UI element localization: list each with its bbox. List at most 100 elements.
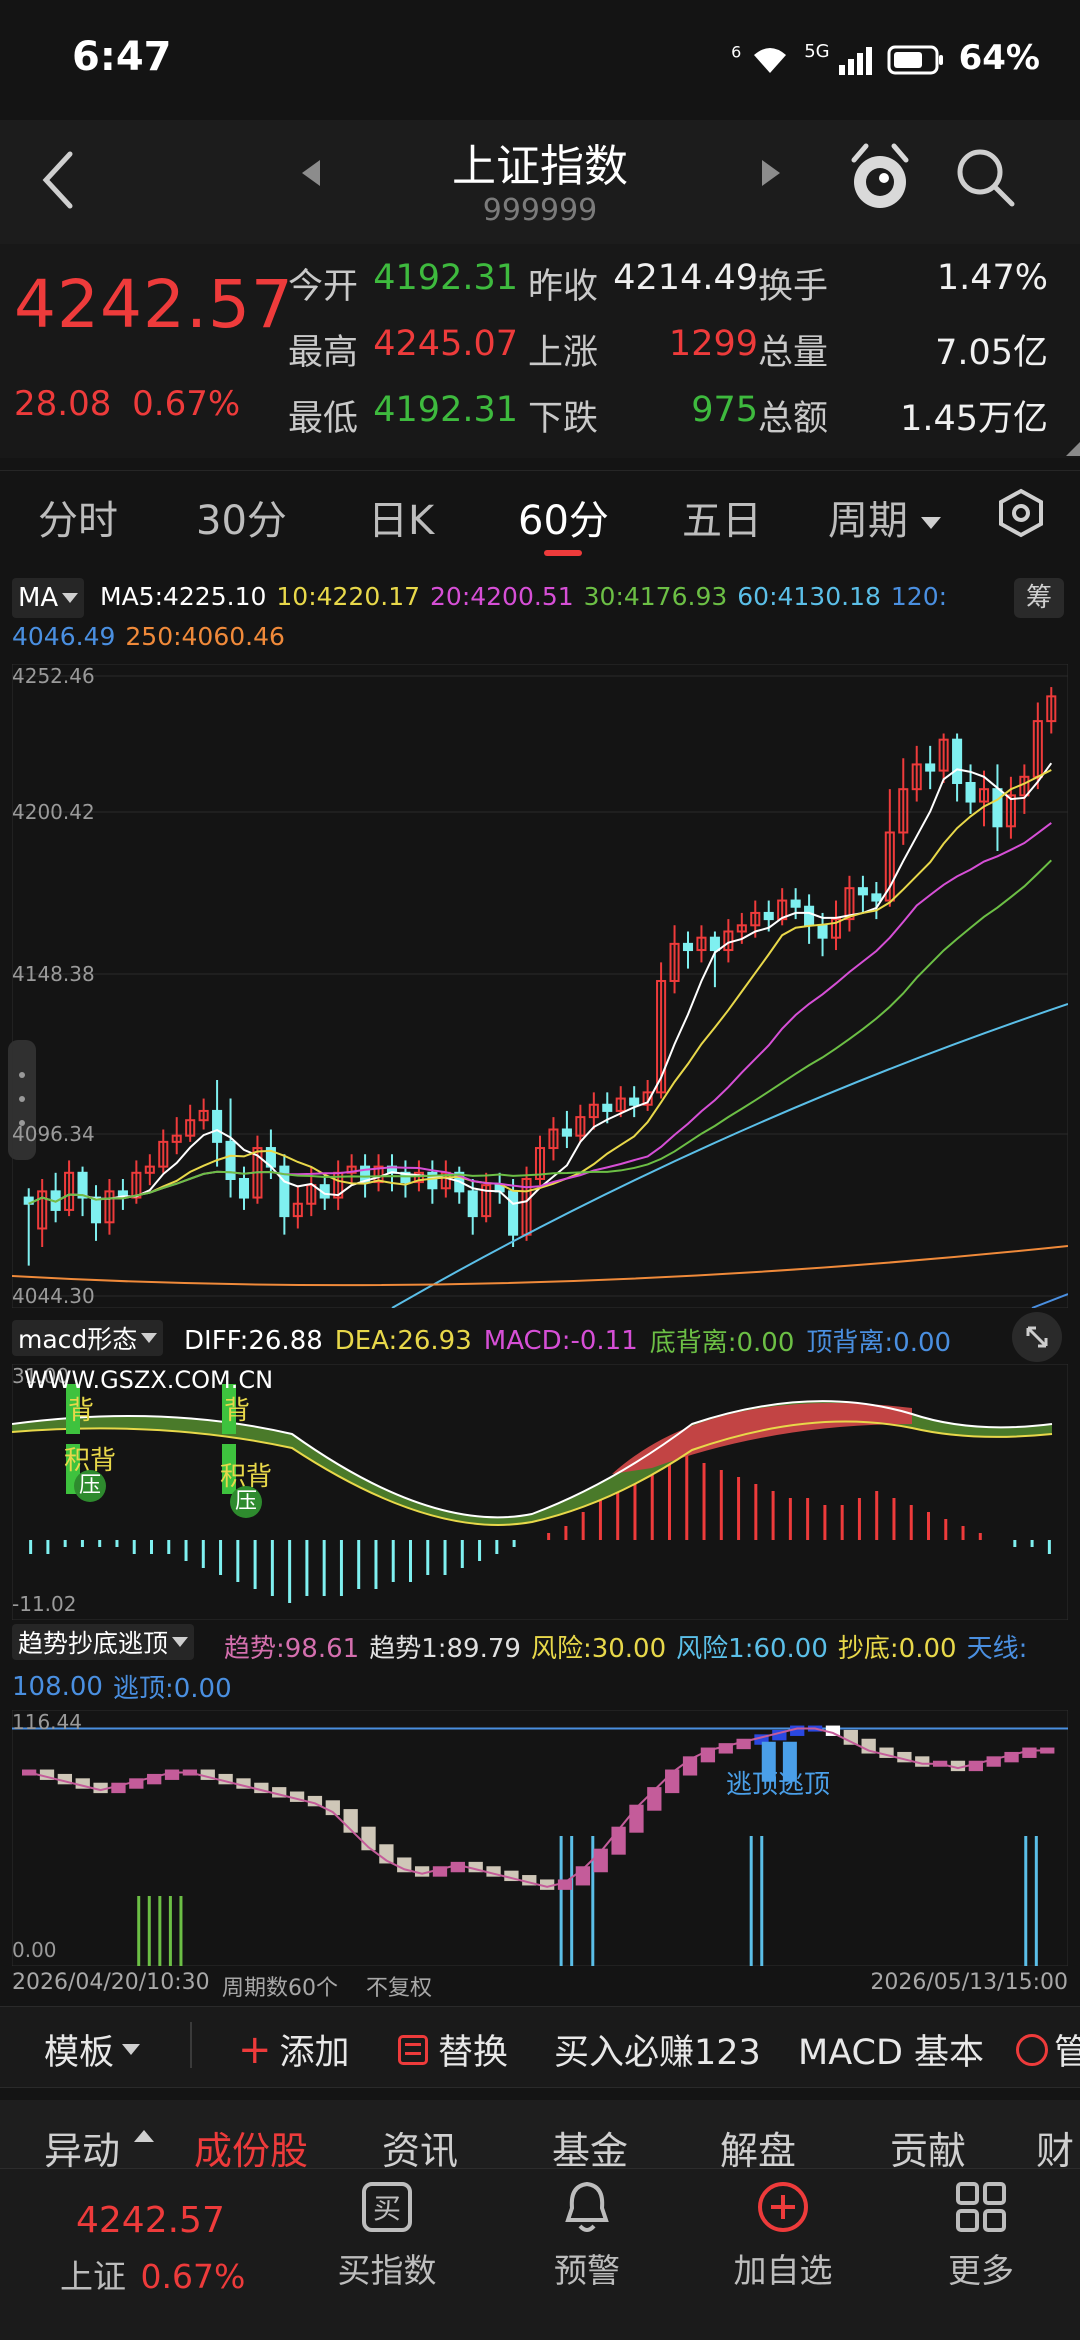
macd-values: DIFF:26.88 DEA:26.93 MACD:-0.11 底背离:0.00 顶背离… bbox=[184, 1322, 951, 1359]
promo-indicator-button[interactable]: 买入必赚123 bbox=[554, 2024, 761, 2075]
current-price: 4242.57 bbox=[14, 266, 294, 343]
quote-value: 1299 bbox=[668, 324, 758, 364]
subtab-contribution[interactable]: 贡献 bbox=[890, 2120, 966, 2175]
next-index-button[interactable] bbox=[760, 158, 782, 192]
settings-hex-icon[interactable] bbox=[996, 488, 1046, 542]
bottom-index: 上证 0.67% bbox=[60, 2250, 245, 2298]
candle-body bbox=[804, 905, 815, 927]
macd-fill-red bbox=[612, 1402, 912, 1474]
macd-selector[interactable]: macd形态 bbox=[12, 1320, 164, 1356]
svg-text:买: 买 bbox=[373, 2192, 401, 2225]
quote-label: 换手 bbox=[758, 267, 829, 307]
battery-icon bbox=[887, 38, 945, 78]
bottom-price: 4242.57 bbox=[76, 2200, 225, 2241]
replace-indicator-button[interactable]: 替换 bbox=[398, 2024, 508, 2075]
candle-body bbox=[857, 887, 868, 896]
quote-cell: 下跌 975 bbox=[528, 390, 758, 441]
quote-cell: 总量 7.05亿 bbox=[758, 324, 1058, 375]
escape-top-label: 逃顶逃顶 bbox=[726, 1770, 831, 1800]
subtab-constituents[interactable]: 成份股 bbox=[194, 2120, 308, 2175]
dropdown-icon bbox=[62, 593, 79, 603]
subtab-funds[interactable]: 基金 bbox=[552, 2120, 628, 2175]
status-icons: 6 5G 64% bbox=[731, 38, 1040, 78]
divergence-mark-a: 背 bbox=[68, 1396, 95, 1426]
candle-body bbox=[871, 893, 882, 902]
ma-value: MA5:4225.10 bbox=[100, 582, 267, 611]
trend-value: 天线: bbox=[966, 1634, 1028, 1664]
chip-button[interactable]: 筹 bbox=[1014, 578, 1064, 618]
signal-icon: 5G bbox=[804, 41, 872, 75]
quote-label: 上涨 bbox=[528, 333, 599, 373]
macd-value: MACD:-0.11 bbox=[483, 1325, 638, 1356]
subtab-news[interactable]: 资讯 bbox=[382, 2120, 458, 2175]
trend-value: 风险:30.00 bbox=[530, 1634, 667, 1664]
trend-value: 逃顶:0.00 bbox=[112, 1674, 232, 1704]
tab-five-day[interactable]: 五日 bbox=[682, 488, 762, 546]
subtab-analysis[interactable]: 解盘 bbox=[720, 2120, 796, 2175]
axis-end: 2026/05/13/15:00 bbox=[870, 1970, 1068, 1995]
plus-circle-icon bbox=[758, 2182, 808, 2232]
macd-axis-bottom: -11.02 bbox=[12, 1592, 77, 1616]
quote-grid: 今开 4192.31 昨收 4214.49 换手 1.47% 最高 4245.07 上涨 1299… bbox=[288, 258, 1068, 448]
ma-selector[interactable]: MA bbox=[12, 578, 85, 618]
ma-values-line2: 4046.49 250:4060.46 bbox=[12, 622, 285, 651]
manage-button[interactable]: 管 bbox=[1016, 2024, 1080, 2075]
candle-body bbox=[992, 788, 1003, 828]
candle-body bbox=[602, 1103, 613, 1112]
more-button[interactable]: 更多 bbox=[916, 2178, 1046, 2292]
quote-cell: 总额 1.45万亿 bbox=[758, 390, 1058, 441]
fold-corner-icon bbox=[1066, 442, 1080, 456]
quote-label: 总额 bbox=[758, 399, 829, 439]
quote-value: 1.45万亿 bbox=[900, 399, 1048, 439]
more-label: 更多 bbox=[948, 2251, 1014, 2290]
axis-tick: 4096.34 bbox=[12, 1122, 95, 1146]
collapse-arrow-icon[interactable] bbox=[134, 2130, 154, 2142]
candle-body bbox=[965, 781, 976, 803]
buy-index-button[interactable]: 买 买指数 bbox=[322, 2178, 452, 2292]
quote-value: 4214.49 bbox=[613, 258, 758, 298]
mascot-icon[interactable] bbox=[848, 142, 912, 216]
macd-basic-button[interactable]: MACD 基本 bbox=[798, 2024, 984, 2075]
ma-value: 250:4060.46 bbox=[125, 622, 285, 651]
macd-value: DIFF:26.88 bbox=[184, 1325, 323, 1356]
change-percent: 0.67% bbox=[132, 384, 241, 424]
ma-value: 60:4130.18 bbox=[737, 582, 881, 611]
candle-body bbox=[561, 1128, 572, 1137]
bottom-index-name: 上证 bbox=[60, 2257, 126, 2296]
alert-label: 预警 bbox=[554, 2251, 620, 2290]
quote-label: 最高 bbox=[288, 333, 359, 373]
dropdown-icon bbox=[122, 2044, 141, 2055]
tab-30min[interactable]: 30分 bbox=[196, 488, 287, 546]
add-watchlist-button[interactable]: 加自选 bbox=[718, 2178, 848, 2292]
swap-icon bbox=[398, 2034, 428, 2065]
buy-index-label: 买指数 bbox=[337, 2251, 437, 2290]
candle-body bbox=[790, 899, 801, 908]
trend-value: 抄底:0.00 bbox=[837, 1634, 957, 1664]
pressure-badge: 压 bbox=[74, 1470, 106, 1502]
quote-label: 昨收 bbox=[528, 267, 599, 307]
expand-icon[interactable] bbox=[1012, 1312, 1062, 1362]
template-button[interactable]: 模板 bbox=[44, 2024, 141, 2075]
quote-label: 今开 bbox=[288, 267, 359, 307]
quote-label: 总量 bbox=[758, 333, 829, 373]
index-code: 999999 bbox=[482, 193, 598, 228]
trend-value: 趋势1:89.79 bbox=[369, 1634, 521, 1664]
tab-daily-k[interactable]: 日K bbox=[368, 488, 434, 546]
quote-value: 7.05亿 bbox=[935, 333, 1048, 373]
dropdown-icon bbox=[172, 1637, 189, 1647]
trend-selector[interactable]: 趋势抄底逃顶 bbox=[12, 1624, 195, 1660]
search-icon[interactable] bbox=[954, 146, 1016, 212]
candle-body bbox=[629, 1097, 640, 1106]
tab-fenshi[interactable]: 分时 bbox=[38, 488, 118, 546]
axis-period: 周期数60个 bbox=[222, 1976, 338, 2001]
time-axis: 2026/04/20/10:30 周期数60个 不复权 2026/05/13/1… bbox=[12, 1970, 1068, 2001]
tab-60min[interactable]: 60分 bbox=[518, 488, 609, 546]
alert-button[interactable]: 预警 bbox=[522, 2178, 652, 2292]
quote-cell: 昨收 4214.49 bbox=[528, 258, 758, 309]
subtab-finance[interactable]: 财 bbox=[1036, 2120, 1074, 2175]
trend-axis-bottom: 0.00 bbox=[12, 1938, 57, 1962]
add-indicator-button[interactable]: + 添加 bbox=[238, 2024, 350, 2075]
candle-body bbox=[212, 1109, 223, 1143]
tab-period[interactable]: 周期 bbox=[828, 488, 941, 546]
subtab-anomaly[interactable]: 异动 bbox=[44, 2120, 120, 2175]
